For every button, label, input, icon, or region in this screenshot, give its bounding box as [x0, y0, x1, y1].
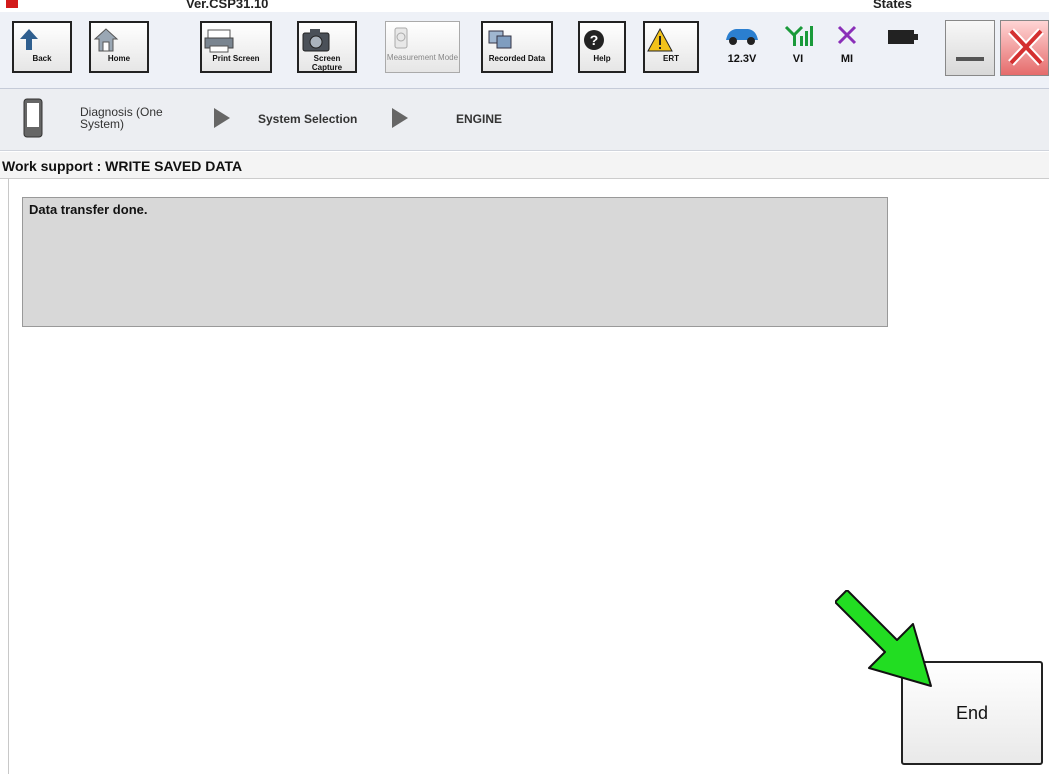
states-label: States — [873, 0, 913, 11]
close-button[interactable] — [1000, 20, 1049, 76]
breadcrumb-system-selection[interactable]: System Selection — [258, 112, 357, 126]
screen-capture-button[interactable]: Screen Capture — [297, 21, 357, 73]
minimize-icon — [956, 57, 984, 61]
warning-icon — [647, 27, 673, 52]
mi-x-icon — [837, 25, 857, 45]
screen-capture-label: Screen Capture — [311, 54, 343, 72]
print-screen-label: Print Screen — [212, 54, 260, 63]
back-button[interactable]: Back — [12, 21, 72, 73]
back-arrow-icon — [20, 29, 38, 50]
recorded-data-button[interactable]: Recorded Data — [481, 21, 553, 73]
title-bar: Ver.CSP31.10 States — [0, 0, 1049, 12]
voltage-value: 12.3V — [727, 53, 757, 65]
battery-voltage-status: 12.3V — [722, 24, 762, 65]
version-label: Ver.CSP31.10 — [186, 0, 269, 11]
mi-status: MI — [835, 24, 859, 65]
battery-icon — [888, 30, 918, 44]
minimize-button[interactable] — [945, 20, 995, 76]
vi-status: VI — [783, 24, 813, 65]
ert-label: ERT — [663, 54, 679, 63]
printer-icon — [204, 29, 234, 53]
home-button[interactable]: Home — [89, 21, 149, 73]
breadcrumb-arrow-icon — [214, 108, 230, 128]
signal-icon — [784, 25, 813, 46]
status-message: Data transfer done. — [29, 202, 148, 217]
help-button[interactable]: ? Help — [578, 21, 626, 73]
home-button-label: Home — [107, 54, 131, 63]
ert-button[interactable]: ERT — [643, 21, 699, 73]
measurement-icon — [394, 27, 408, 49]
content-left-border — [8, 178, 9, 774]
work-support-header: Work support : WRITE SAVED DATA — [0, 152, 1049, 179]
breadcrumb: Diagnosis (One System) System Selection … — [0, 89, 1049, 151]
battery-status — [888, 28, 920, 51]
app-logo-icon — [6, 0, 18, 8]
back-button-label: Back — [32, 54, 52, 63]
help-icon: ? — [584, 30, 604, 50]
close-icon — [1008, 28, 1044, 66]
vi-label: VI — [792, 53, 804, 65]
page-title: Work support : WRITE SAVED DATA — [2, 158, 243, 174]
recorded-data-icon — [488, 30, 512, 49]
camera-icon — [302, 29, 330, 52]
home-icon — [93, 28, 119, 52]
diagnosis-device-icon — [23, 98, 43, 138]
breadcrumb-diagnosis-one-system[interactable]: Diagnosis (One System) — [80, 106, 190, 130]
car-icon — [726, 29, 758, 45]
help-label: Help — [593, 54, 611, 63]
breadcrumb-arrow-icon — [392, 108, 408, 128]
message-box: Data transfer done. — [22, 197, 888, 327]
toolbar: Back Home Print Screen Screen Capture Me… — [0, 12, 1049, 89]
print-screen-button[interactable]: Print Screen — [200, 21, 272, 73]
svg-text:?: ? — [590, 32, 599, 48]
green-pointer-arrow-icon — [835, 590, 932, 687]
measurement-mode-label: Measurement Mode — [386, 53, 459, 62]
recorded-data-label: Recorded Data — [488, 54, 546, 63]
mi-label: MI — [840, 53, 854, 65]
breadcrumb-engine: ENGINE — [456, 112, 503, 126]
measurement-mode-button[interactable]: Measurement Mode — [385, 21, 460, 73]
